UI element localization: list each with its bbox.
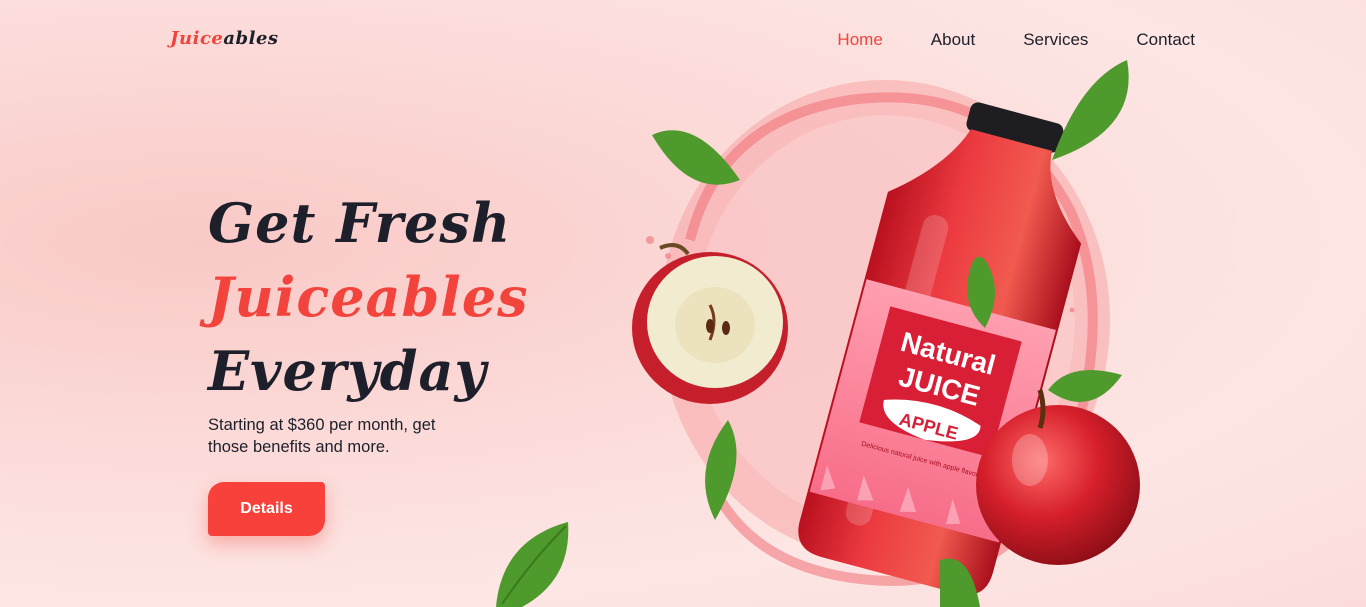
logo-part-juice: Juice — [170, 28, 224, 49]
nav-link-contact[interactable]: Contact — [1136, 30, 1195, 50]
nav-link-about[interactable]: About — [931, 30, 975, 50]
hero-title-line-1: Get Fresh — [208, 191, 512, 255]
leaf-icon — [1052, 60, 1129, 160]
nav-link-services[interactable]: Services — [1023, 30, 1088, 50]
hero-title: Get Fresh Juiceables Everyday — [208, 186, 529, 408]
logo[interactable]: Juiceables — [170, 28, 279, 49]
bottom-leaf-icon — [496, 522, 569, 607]
hero-title-line-3: Everyday — [208, 339, 487, 403]
hero-title-line-2: Juiceables — [208, 265, 529, 329]
nav-link-home[interactable]: Home — [837, 30, 882, 50]
details-button[interactable]: Details — [208, 482, 325, 536]
main-nav: Home About Services Contact — [837, 30, 1195, 50]
hero-subtitle: Starting at $360 per month, get those be… — [208, 416, 436, 456]
hero-illustration: Natural JUICE APPLE Delicious natural ju… — [632, 60, 1140, 607]
logo-part-ables: ables — [223, 28, 279, 49]
